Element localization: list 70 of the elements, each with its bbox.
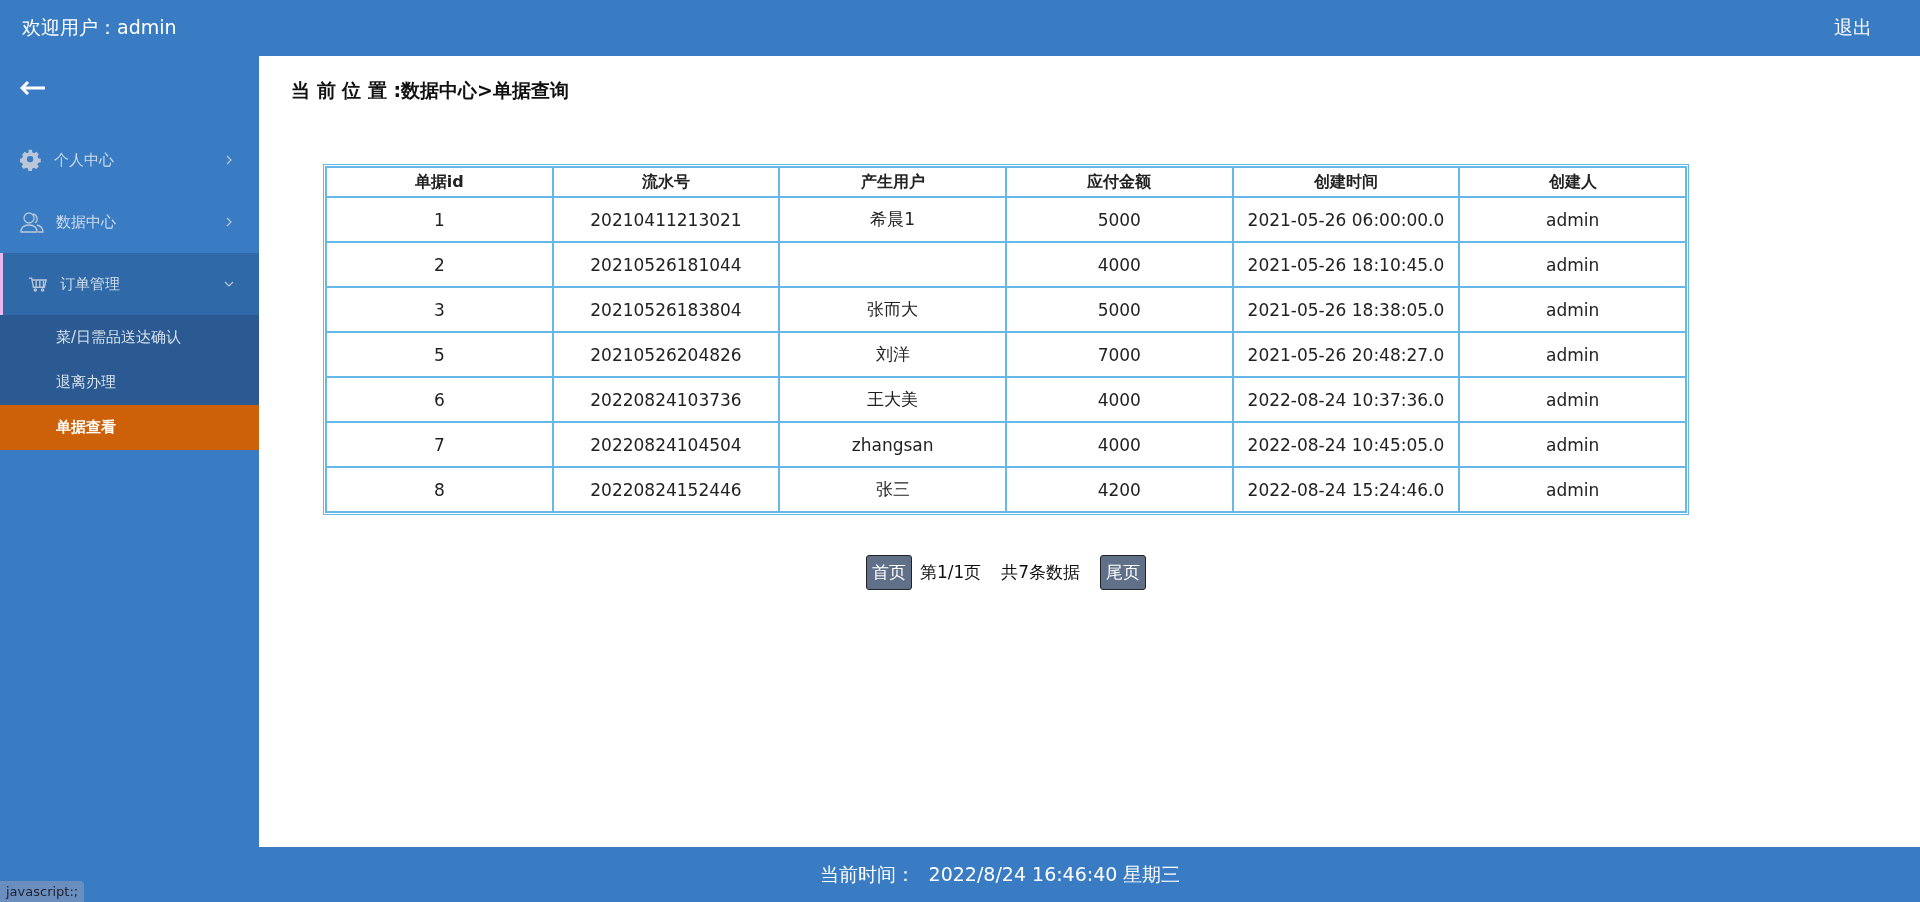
table-cell: admin [1459,377,1686,422]
table-cell: 20220824104504 [552,422,780,467]
submenu-item[interactable]: 退离办理 [0,360,259,405]
table-cell: 2021-05-26 20:48:27.0 [1232,332,1460,377]
table-cell: 20220824152446 [552,467,780,512]
table-cell: admin [1459,467,1686,512]
submenu-item[interactable]: 单据查看 [0,405,259,450]
table-cell: 张三 [779,467,1006,512]
column-header: 产生用户 [779,167,1006,197]
table-cell: admin [1459,197,1686,242]
table-cell: 6 [326,377,553,422]
table-cell: 2021-05-26 06:00:00.0 [1232,197,1460,242]
table-cell: 4200 [1005,467,1233,512]
submenu-item[interactable]: 菜/日需品送达确认 [0,315,259,360]
gear-icon [20,149,42,171]
record-count: 共7条数据 [1001,561,1081,584]
first-page-button[interactable]: 首页 [865,555,912,590]
welcome-text: 欢迎用户：admin [22,15,177,40]
table-cell: 张而大 [779,287,1006,332]
table-cell: 20210526204826 [552,332,780,377]
menu-item[interactable]: 个人中心 [0,129,259,191]
column-header: 单据id [326,167,553,197]
table-cell: 2022-08-24 10:45:05.0 [1232,422,1460,467]
chevron-down-icon [224,279,234,289]
table-cell: 4000 [1005,422,1233,467]
table-cell: 20220824103736 [552,377,780,422]
table-cell: 20210526183804 [552,287,780,332]
back-arrow-icon[interactable] [20,81,46,95]
column-header: 创建人 [1459,167,1686,197]
table-cell: 20210526181044 [552,242,780,287]
table-cell: 7 [326,422,553,467]
table-cell: zhangsan [779,422,1006,467]
chevron-right-icon [224,155,234,165]
column-header: 应付金额 [1005,167,1233,197]
table-cell: 7000 [1005,332,1233,377]
table-cell: 希晨1 [779,197,1006,242]
logout-link[interactable]: 退出 [1834,15,1872,41]
status-url: javascript:; [0,881,85,902]
menu-item[interactable]: 数据中心 [0,191,259,253]
chevron-right-icon [224,217,234,227]
table-cell: admin [1459,332,1686,377]
table-cell: 20210411213021 [552,197,780,242]
table-cell: 1 [326,197,553,242]
page-indicator: 第1/1页 [919,561,982,584]
current-time: 2022/8/24 16:46:40 星期三 [928,861,1181,887]
table-cell: admin [1459,242,1686,287]
table-cell: 3 [326,287,553,332]
table-cell: 4000 [1005,242,1233,287]
table-cell: 5000 [1005,197,1233,242]
table-cell: admin [1459,422,1686,467]
time-label: 当前时间： [819,861,915,887]
table-cell: admin [1459,287,1686,332]
users-icon [20,211,44,233]
table-cell: 2022-08-24 15:24:46.0 [1232,467,1460,512]
menu-item[interactable]: 订单管理 [0,253,259,315]
table-cell: 2021-05-26 18:10:45.0 [1232,242,1460,287]
last-page-button[interactable]: 尾页 [1100,555,1147,590]
table-cell: 5000 [1005,287,1233,332]
table-cell: 王大美 [779,377,1006,422]
table-cell: 2021-05-26 18:38:05.0 [1232,287,1460,332]
table-cell: 5 [326,332,553,377]
breadcrumb: 当 前 位 置 :数据中心>单据查询 [291,78,570,103]
table-cell: 8 [326,467,553,512]
table-cell: 2 [326,242,553,287]
table-cell: 2022-08-24 10:37:36.0 [1232,377,1460,422]
table-cell: 4000 [1005,377,1233,422]
column-header: 流水号 [552,167,780,197]
cart-icon [28,276,48,292]
column-header: 创建时间 [1232,167,1460,197]
table-cell: 刘洋 [779,332,1006,377]
